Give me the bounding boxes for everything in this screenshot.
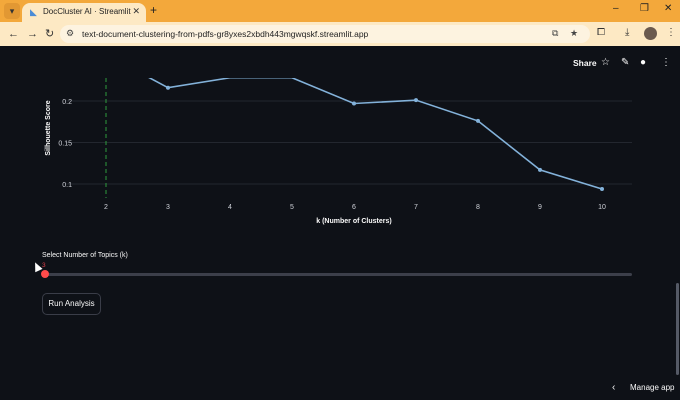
page-scrollbar[interactable]	[676, 283, 679, 375]
star-icon[interactable]: ☆	[601, 57, 610, 68]
browser-tab-bar: ▾ ◣ DocCluster AI · Streamlit ✕ + – ❐ ✕	[0, 0, 680, 22]
x-axis-label: k (Number of Clusters)	[316, 218, 391, 225]
y-axis-label: Silhouette Score	[45, 100, 52, 155]
data-point	[600, 186, 604, 191]
series-line	[148, 78, 603, 190]
share-button[interactable]: Share	[573, 58, 597, 68]
app-menu-icon[interactable]: ⋮	[661, 57, 671, 68]
tab-close-icon[interactable]: ✕	[132, 6, 140, 17]
silhouette-line-chart: 0.1 0.15 0.2 2 3 4 5 6 7 8 9 10 Silhouette Score k…	[45, 78, 632, 225]
download-icon[interactable]: ⤓	[625, 27, 629, 38]
slider-thumb[interactable]	[41, 270, 49, 278]
x-tick-label: 4	[228, 204, 232, 211]
reload-button[interactable]: ↻	[45, 26, 54, 42]
site-info-icon[interactable]: ⚙	[66, 28, 74, 39]
close-window-icon[interactable]: ✕	[664, 3, 672, 14]
back-button[interactable]: ←	[8, 26, 19, 42]
y-tick-label: 0.1	[62, 182, 72, 189]
address-bar[interactable]: ⚙ text-document-clustering-from-pdfs-gr8…	[60, 25, 590, 43]
data-point	[414, 98, 418, 103]
extensions-icon[interactable]: ⧠	[597, 27, 605, 38]
slider-track[interactable]	[44, 273, 632, 276]
chevron-left-icon: ‹	[612, 382, 616, 393]
data-point	[352, 101, 356, 106]
install-app-icon[interactable]: ⧉	[552, 28, 558, 39]
browser-toolbar: ← → ↻ ⚙ text-document-clustering-from-pd…	[0, 22, 680, 46]
y-tick-label: 0.15	[58, 141, 72, 148]
new-tab-button[interactable]: +	[150, 3, 157, 17]
browser-tab[interactable]: ◣ DocCluster AI · Streamlit ✕	[22, 3, 146, 22]
data-point	[166, 85, 170, 90]
x-tick-label: 8	[476, 204, 480, 211]
x-tick-label: 9	[538, 204, 542, 211]
browser-menu-icon[interactable]: ⋮	[666, 27, 676, 38]
restore-window-icon[interactable]: ❐	[640, 3, 649, 14]
y-tick-label: 0.2	[62, 99, 72, 106]
x-tick-label: 7	[414, 204, 418, 211]
data-point	[538, 167, 542, 172]
slider-label: Select Number of Topics (k)	[42, 252, 128, 259]
tab-title: DocCluster AI · Streamlit	[43, 7, 131, 16]
x-tick-label: 10	[598, 204, 606, 211]
data-point	[476, 118, 480, 123]
x-tick-label: 6	[352, 204, 356, 211]
x-tick-label: 3	[166, 204, 170, 211]
tab-list-button[interactable]: ▾	[4, 3, 20, 19]
streamlit-favicon-icon: ◣	[30, 7, 37, 17]
github-icon[interactable]: ●	[640, 57, 646, 68]
bookmark-star-icon[interactable]: ★	[570, 28, 578, 39]
edit-pencil-icon[interactable]: ✎	[621, 57, 629, 68]
x-tick-label: 2	[104, 204, 108, 211]
x-tick-label: 5	[290, 204, 294, 211]
url-text[interactable]: text-document-clustering-from-pdfs-gr8yx…	[82, 29, 368, 39]
run-analysis-button[interactable]: Run Analysis	[42, 293, 101, 315]
profile-avatar[interactable]	[644, 27, 657, 40]
minimize-window-icon[interactable]: –	[613, 3, 619, 14]
manage-app-button[interactable]: Manage app	[630, 383, 674, 392]
forward-button[interactable]: →	[27, 26, 38, 42]
